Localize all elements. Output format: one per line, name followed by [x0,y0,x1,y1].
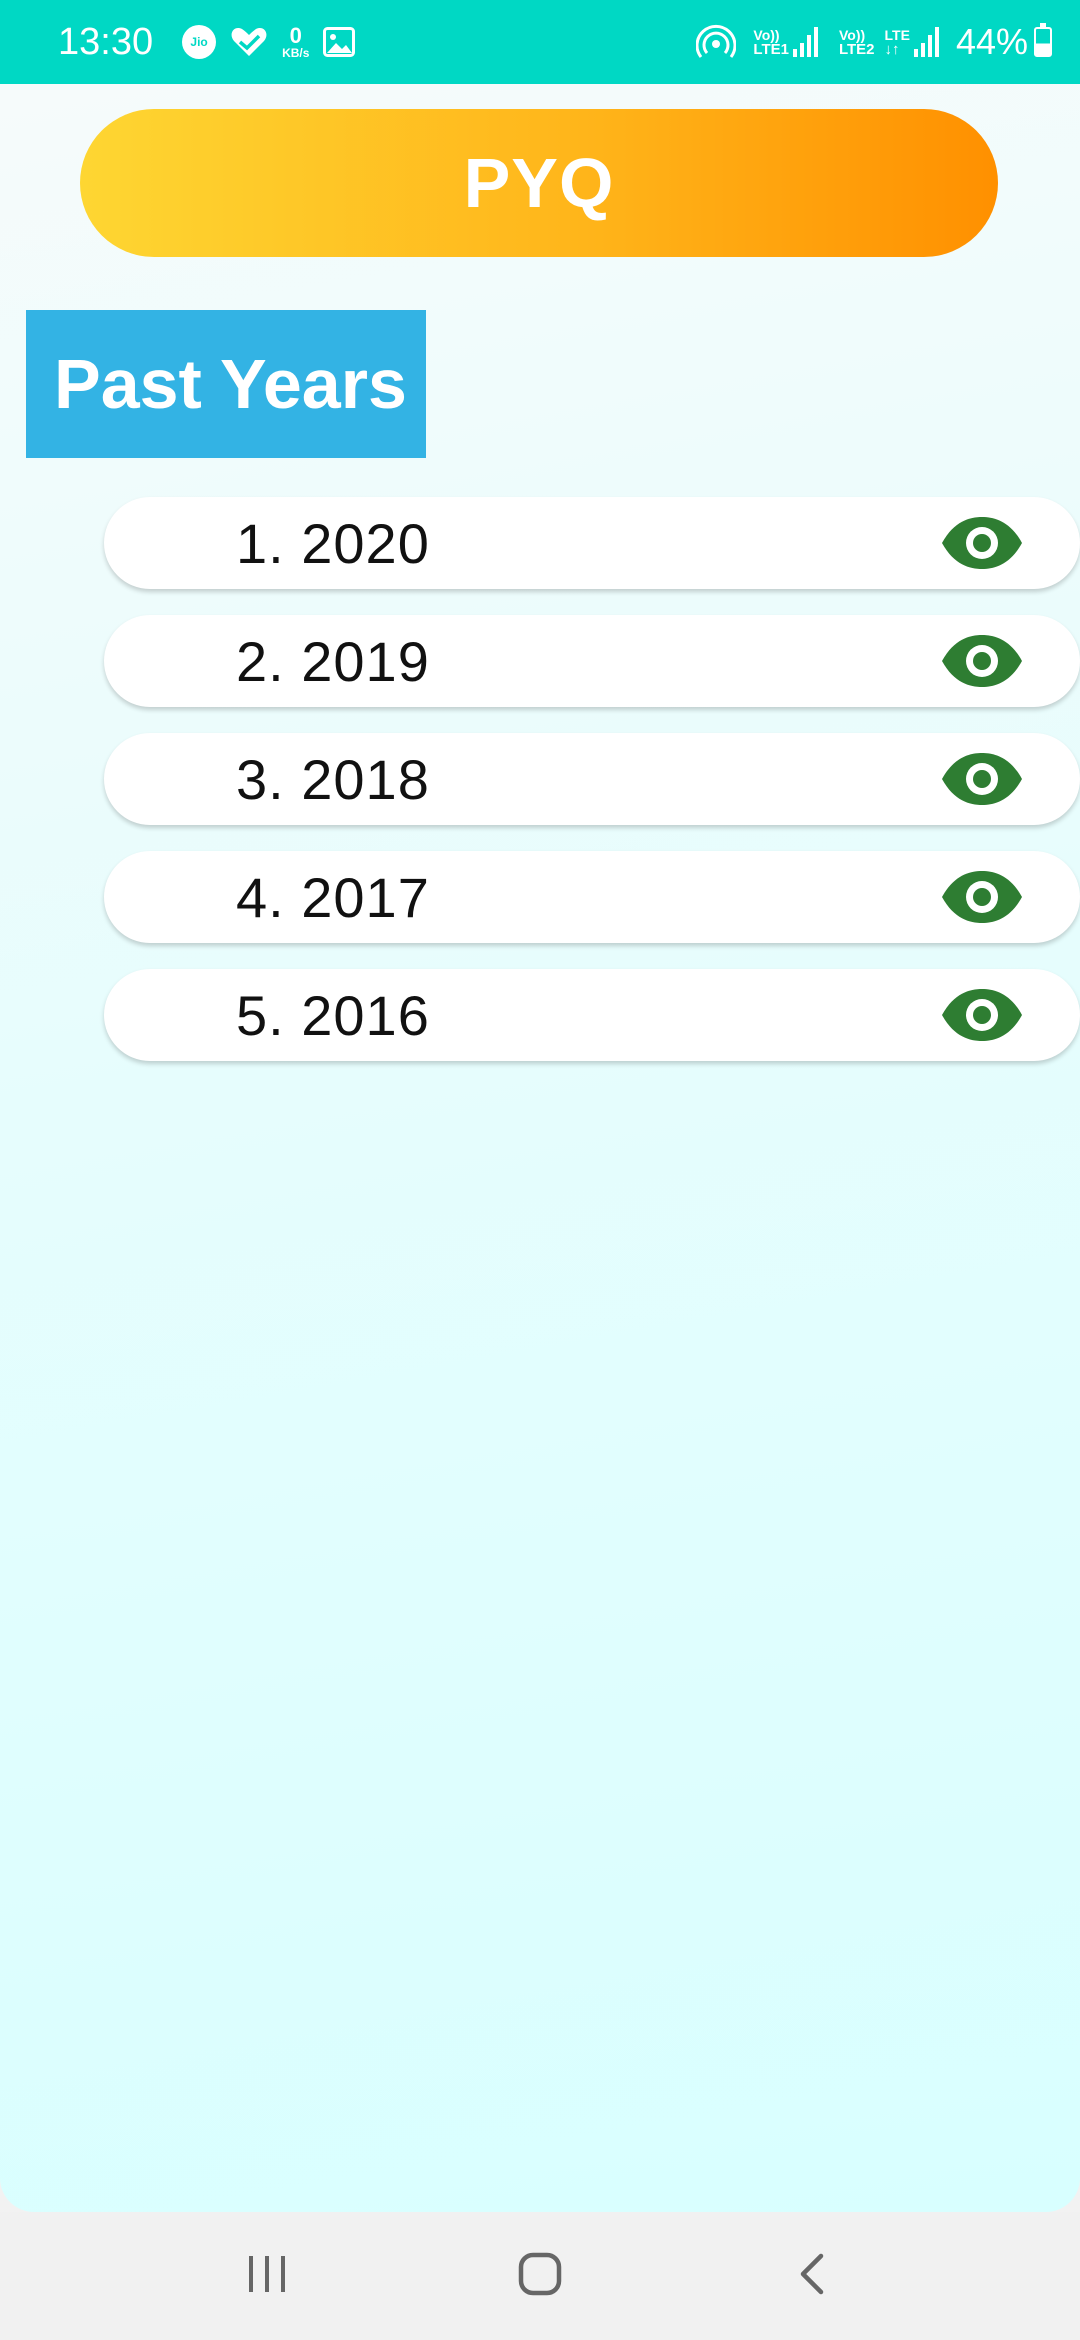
back-button[interactable] [768,2231,858,2321]
sim2-signal-icon [913,27,942,57]
section-title: Past Years [26,310,426,458]
navigation-bar [0,2212,1080,2340]
network-speed-unit: KB/s [282,46,310,60]
gallery-icon [323,27,356,57]
year-label: 4. 2017 [236,865,430,929]
year-label: 2. 2019 [236,629,430,693]
sim1-volte: Vo)) LTE1 [753,28,789,57]
battery-percent: 44% [955,21,1028,62]
eye-icon[interactable] [940,751,1024,807]
list-item-2016[interactable]: 5. 2016 [104,969,1080,1061]
data-arrows-icon: ↓↑ [884,40,900,58]
recent-apps-button[interactable] [222,2231,312,2321]
data-lte-label: LTE [884,26,910,43]
network-speed: 0 KB/s [282,23,310,60]
battery-charging-icon [1034,23,1052,57]
health-heart-icon [230,26,268,58]
sim1-volte-top: Vo)) [753,26,780,43]
eye-icon[interactable] [940,515,1024,571]
sim2-volte: Vo)) LTE2 [839,28,875,57]
app-content: PYQ Past Years 1. 2020 2. 2019 3. 2018 4… [0,84,1080,2212]
year-label: 1. 2020 [236,511,430,575]
status-bar: 13:30 Jio 0 KB/s Vo)) LTE1 Vo)) LTE2 LTE… [0,0,1080,84]
status-time: 13:30 [58,20,154,63]
list-item-2018[interactable]: 3. 2018 [104,733,1080,825]
eye-icon[interactable] [940,987,1024,1043]
list-item-2020[interactable]: 1. 2020 [104,497,1080,589]
sim2-volte-bottom: LTE2 [838,40,875,58]
year-label: 3. 2018 [236,747,430,811]
year-list: 1. 2020 2. 2019 3. 2018 4. 2017 5. 2016 [104,497,1080,1087]
back-icon [793,2250,833,2303]
list-item-2017[interactable]: 4. 2017 [104,851,1080,943]
home-button[interactable] [495,2231,585,2321]
eye-icon[interactable] [940,869,1024,925]
sim1-signal-icon [792,27,821,57]
eye-icon[interactable] [940,633,1024,689]
list-item-2019[interactable]: 2. 2019 [104,615,1080,707]
jio-icon: Jio [182,25,217,59]
data-lte-indicator: LTE ↓↑ [885,28,910,57]
home-icon [516,2250,564,2303]
sim1-volte-bottom: LTE1 [753,40,789,58]
network-speed-value: 0 [289,23,302,48]
page-title: PYQ [80,109,998,257]
year-label: 5. 2016 [236,983,430,1047]
hotspot-icon [696,24,737,60]
sim2-volte-top: Vo)) [838,26,866,43]
recent-apps-icon [245,2252,289,2301]
